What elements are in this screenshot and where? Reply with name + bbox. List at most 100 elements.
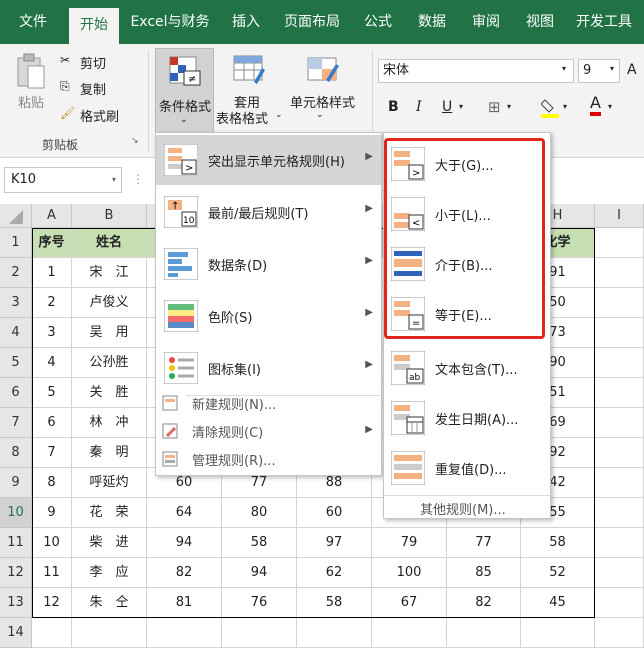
cell[interactable] [595, 318, 644, 348]
fill-color-icon[interactable] [540, 96, 559, 118]
cell[interactable]: 7 [32, 438, 72, 468]
tab-developer[interactable]: 开发工具 [568, 0, 640, 44]
row-header-5[interactable]: 5 [0, 348, 32, 378]
column-header-i[interactable]: I [595, 204, 644, 228]
row-header-8[interactable]: 8 [0, 438, 32, 468]
cell[interactable]: 李 应 [72, 558, 147, 588]
tab-excel-finance[interactable]: Excel与财务 [124, 0, 216, 44]
cell[interactable] [595, 228, 644, 258]
cell[interactable]: 花 荣 [72, 498, 147, 528]
cell[interactable] [595, 408, 644, 438]
cell[interactable]: 呼延灼 [72, 468, 147, 498]
cell[interactable] [72, 618, 147, 648]
menu-item-top-bottom-rules[interactable]: ↑ 10 最前/最后规则(T) ▶ [156, 187, 381, 237]
cell[interactable]: 4 [32, 348, 72, 378]
cell[interactable]: 1 [32, 258, 72, 288]
row-header-12[interactable]: 12 [0, 558, 32, 588]
row-header-6[interactable]: 6 [0, 378, 32, 408]
italic-button[interactable]: I [416, 99, 422, 115]
cell[interactable] [595, 438, 644, 468]
cell-styles-button[interactable]: 单元格样式 [290, 92, 355, 111]
menu-item-text-contains[interactable]: ab 文本包含(T)... [384, 343, 550, 393]
border-icon[interactable]: ⊞ [488, 98, 501, 116]
row-header-14[interactable]: 14 [0, 618, 32, 648]
cell[interactable]: 3 [32, 318, 72, 348]
menu-item-date-occurring[interactable]: 发生日期(A)... [384, 393, 550, 443]
cell[interactable]: 卢俊义 [72, 288, 147, 318]
paste-button[interactable]: 粘贴 [18, 92, 44, 111]
cell[interactable]: 81 [147, 588, 222, 618]
cell[interactable]: 58 [222, 528, 297, 558]
row-header-1[interactable]: 1 [0, 228, 32, 258]
cell[interactable] [595, 528, 644, 558]
font-color-button[interactable]: A [590, 94, 601, 116]
cell[interactable]: 秦 明 [72, 438, 147, 468]
column-header-b[interactable]: B [72, 204, 147, 228]
cell[interactable]: 76 [222, 588, 297, 618]
cell[interactable]: 60 [297, 498, 372, 528]
conditional-format-button[interactable]: ≠ 条件格式 ⌄ [155, 48, 214, 134]
cell[interactable] [222, 618, 297, 648]
cell[interactable]: 12 [32, 588, 72, 618]
cell[interactable] [521, 618, 595, 648]
cell[interactable]: 80 [222, 498, 297, 528]
cell[interactable]: 吴 用 [72, 318, 147, 348]
row-header-3[interactable]: 3 [0, 288, 32, 318]
cell[interactable]: 姓名 [72, 228, 147, 258]
cell[interactable]: 5 [32, 378, 72, 408]
cell[interactable] [595, 498, 644, 528]
cell[interactable] [595, 468, 644, 498]
cell[interactable]: 64 [147, 498, 222, 528]
more-rules-item[interactable]: 其他规则(M)... [420, 499, 506, 518]
tab-home[interactable]: 开始 [69, 8, 119, 44]
tab-file[interactable]: 文件 [6, 0, 60, 44]
cell[interactable] [595, 558, 644, 588]
chevron-down-icon[interactable]: ▾ [563, 102, 567, 111]
cell[interactable]: 10 [32, 528, 72, 558]
tab-page-layout[interactable]: 页面布局 [276, 0, 348, 44]
row-header-4[interactable]: 4 [0, 318, 32, 348]
font-name-select[interactable]: 宋体 [378, 59, 574, 83]
cell[interactable]: 62 [297, 558, 372, 588]
chevron-down-icon[interactable]: ▾ [608, 102, 612, 111]
tab-insert[interactable]: 插入 [222, 0, 270, 44]
cell[interactable]: 序号 [32, 228, 72, 258]
row-header-7[interactable]: 7 [0, 408, 32, 438]
menu-item-color-scales[interactable]: 色阶(S) ▶ [156, 291, 381, 341]
menu-item-data-bars[interactable]: 数据条(D) ▶ [156, 239, 381, 289]
bold-button[interactable]: B [388, 99, 399, 115]
cell[interactable]: 58 [297, 588, 372, 618]
menu-item-icon-sets[interactable]: 图标集(I) ▶ [156, 343, 381, 393]
tab-data[interactable]: 数据 [408, 0, 456, 44]
tab-formulas[interactable]: 公式 [354, 0, 402, 44]
cell[interactable] [595, 378, 644, 408]
cell[interactable]: 100 [372, 558, 447, 588]
tab-review[interactable]: 审阅 [462, 0, 510, 44]
cell[interactable]: 8 [32, 468, 72, 498]
cell[interactable]: 85 [447, 558, 521, 588]
row-header-10[interactable]: 10 [0, 498, 32, 528]
cell[interactable]: 2 [32, 288, 72, 318]
cut-button[interactable]: 剪切 [80, 53, 106, 72]
cell[interactable] [32, 618, 72, 648]
select-all-corner[interactable] [0, 204, 32, 228]
cell[interactable]: 94 [222, 558, 297, 588]
row-header-13[interactable]: 13 [0, 588, 32, 618]
cell[interactable]: 柴 进 [72, 528, 147, 558]
format-painter-button[interactable]: 格式刷 [80, 106, 119, 125]
chevron-down-icon[interactable]: ▾ [610, 64, 614, 73]
cell[interactable]: 6 [32, 408, 72, 438]
cell[interactable] [372, 618, 447, 648]
cell[interactable]: 79 [372, 528, 447, 558]
format-as-table-label-2[interactable]: 表格格式 [216, 108, 268, 127]
cell[interactable] [595, 288, 644, 318]
cell[interactable] [297, 618, 372, 648]
cell[interactable]: 58 [521, 528, 595, 558]
cell[interactable]: 94 [147, 528, 222, 558]
cell[interactable]: 82 [147, 558, 222, 588]
menu-item-clear-rules[interactable]: 清除规则(C) ▶ [156, 417, 381, 445]
chevron-down-icon[interactable]: ▾ [562, 64, 566, 73]
menu-item-new-rule[interactable]: 新建规则(N)... [156, 389, 381, 417]
tab-view[interactable]: 视图 [516, 0, 564, 44]
cell[interactable]: 77 [447, 528, 521, 558]
